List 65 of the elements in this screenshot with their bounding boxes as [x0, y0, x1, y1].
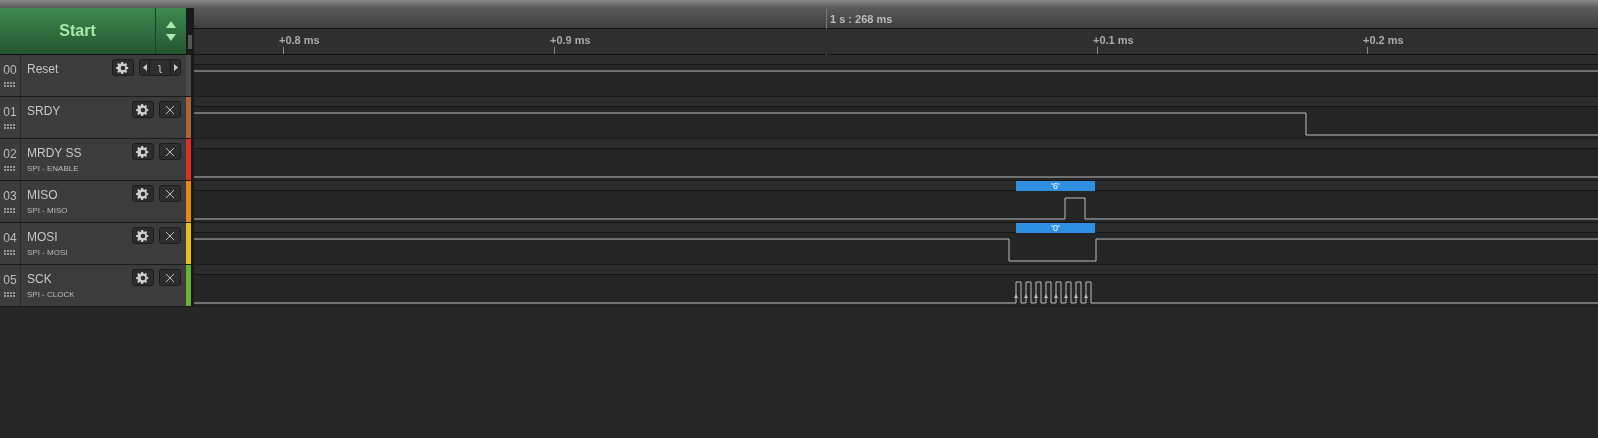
- channel-name: MISO: [27, 187, 58, 203]
- settings-icon: [116, 60, 130, 75]
- settings-icon: [136, 144, 150, 159]
- tick-mark: [1367, 47, 1368, 54]
- settings-button[interactable]: [132, 227, 154, 244]
- time-tick-label: +0.2 ms: [1363, 33, 1404, 48]
- analyzer-label: SPI - MISO: [27, 205, 68, 217]
- options-button[interactable]: [156, 8, 186, 54]
- settings-icon: [136, 186, 150, 201]
- channel-number: 04: [3, 230, 17, 247]
- close-icon: [165, 272, 175, 283]
- channel-number: 05: [3, 272, 17, 289]
- settings-button[interactable]: [132, 101, 154, 118]
- close-button[interactable]: [159, 227, 181, 244]
- decoded-value: '6': [1016, 181, 1095, 191]
- tick-mark: [554, 47, 555, 54]
- drag-handle-icon[interactable]: [4, 82, 16, 87]
- next-edge-button[interactable]: [170, 59, 181, 76]
- analyzer-label: SPI - MOSI: [27, 247, 68, 259]
- time-tick-label: +0.8 ms: [279, 33, 320, 48]
- settings-button[interactable]: [112, 59, 134, 76]
- previous-edge-button[interactable]: [139, 59, 150, 76]
- settings-button[interactable]: [132, 143, 154, 160]
- analyzer-label: SPI - ENABLE: [27, 163, 79, 175]
- channel-name: MRDY SS: [27, 145, 82, 161]
- channel-number: 02: [3, 146, 17, 163]
- close-icon: [165, 104, 175, 115]
- tick-mark: [283, 47, 284, 54]
- close-icon: [165, 146, 175, 157]
- start-button[interactable]: Start: [0, 8, 156, 54]
- time-marker-label: 1 s : 268 ms: [830, 12, 893, 27]
- settings-icon: [136, 102, 150, 117]
- right-arrow-icon: [173, 64, 178, 71]
- time-tick-label: +0.1 ms: [1093, 33, 1134, 48]
- up-arrow-icon: [166, 21, 176, 28]
- tick-mark: [1097, 47, 1098, 54]
- close-icon: [165, 230, 175, 241]
- close-button[interactable]: [159, 269, 181, 286]
- settings-icon: [136, 270, 150, 285]
- channel-name: SCK: [27, 271, 52, 287]
- drag-handle-icon[interactable]: [4, 166, 16, 171]
- close-button[interactable]: [159, 185, 181, 202]
- decoded-value: '0': [1016, 223, 1095, 233]
- drag-handle-icon[interactable]: [4, 292, 16, 297]
- channel-number: 03: [3, 188, 17, 205]
- settings-button[interactable]: [132, 269, 154, 286]
- close-icon: [165, 188, 175, 199]
- close-button[interactable]: [159, 143, 181, 160]
- channel-name: Reset: [27, 61, 59, 77]
- left-arrow-icon: [142, 64, 147, 71]
- settings-icon: [136, 228, 150, 243]
- channel-number: 01: [3, 104, 17, 121]
- settings-button[interactable]: [132, 185, 154, 202]
- time-tick-label: +0.9 ms: [550, 33, 591, 48]
- drag-handle-icon[interactable]: [4, 124, 16, 129]
- down-arrow-icon: [166, 34, 176, 41]
- trigger-button[interactable]: ʅ: [150, 59, 170, 76]
- resize-handle[interactable]: [188, 35, 192, 49]
- analyzer-label: SPI - CLOCK: [27, 289, 75, 301]
- channel-name: MOSI: [27, 229, 58, 245]
- close-button[interactable]: [159, 101, 181, 118]
- channel-name: SRDY: [27, 103, 61, 119]
- drag-handle-icon[interactable]: [4, 208, 16, 213]
- channel-number: 00: [3, 62, 17, 79]
- drag-handle-icon[interactable]: [4, 250, 16, 255]
